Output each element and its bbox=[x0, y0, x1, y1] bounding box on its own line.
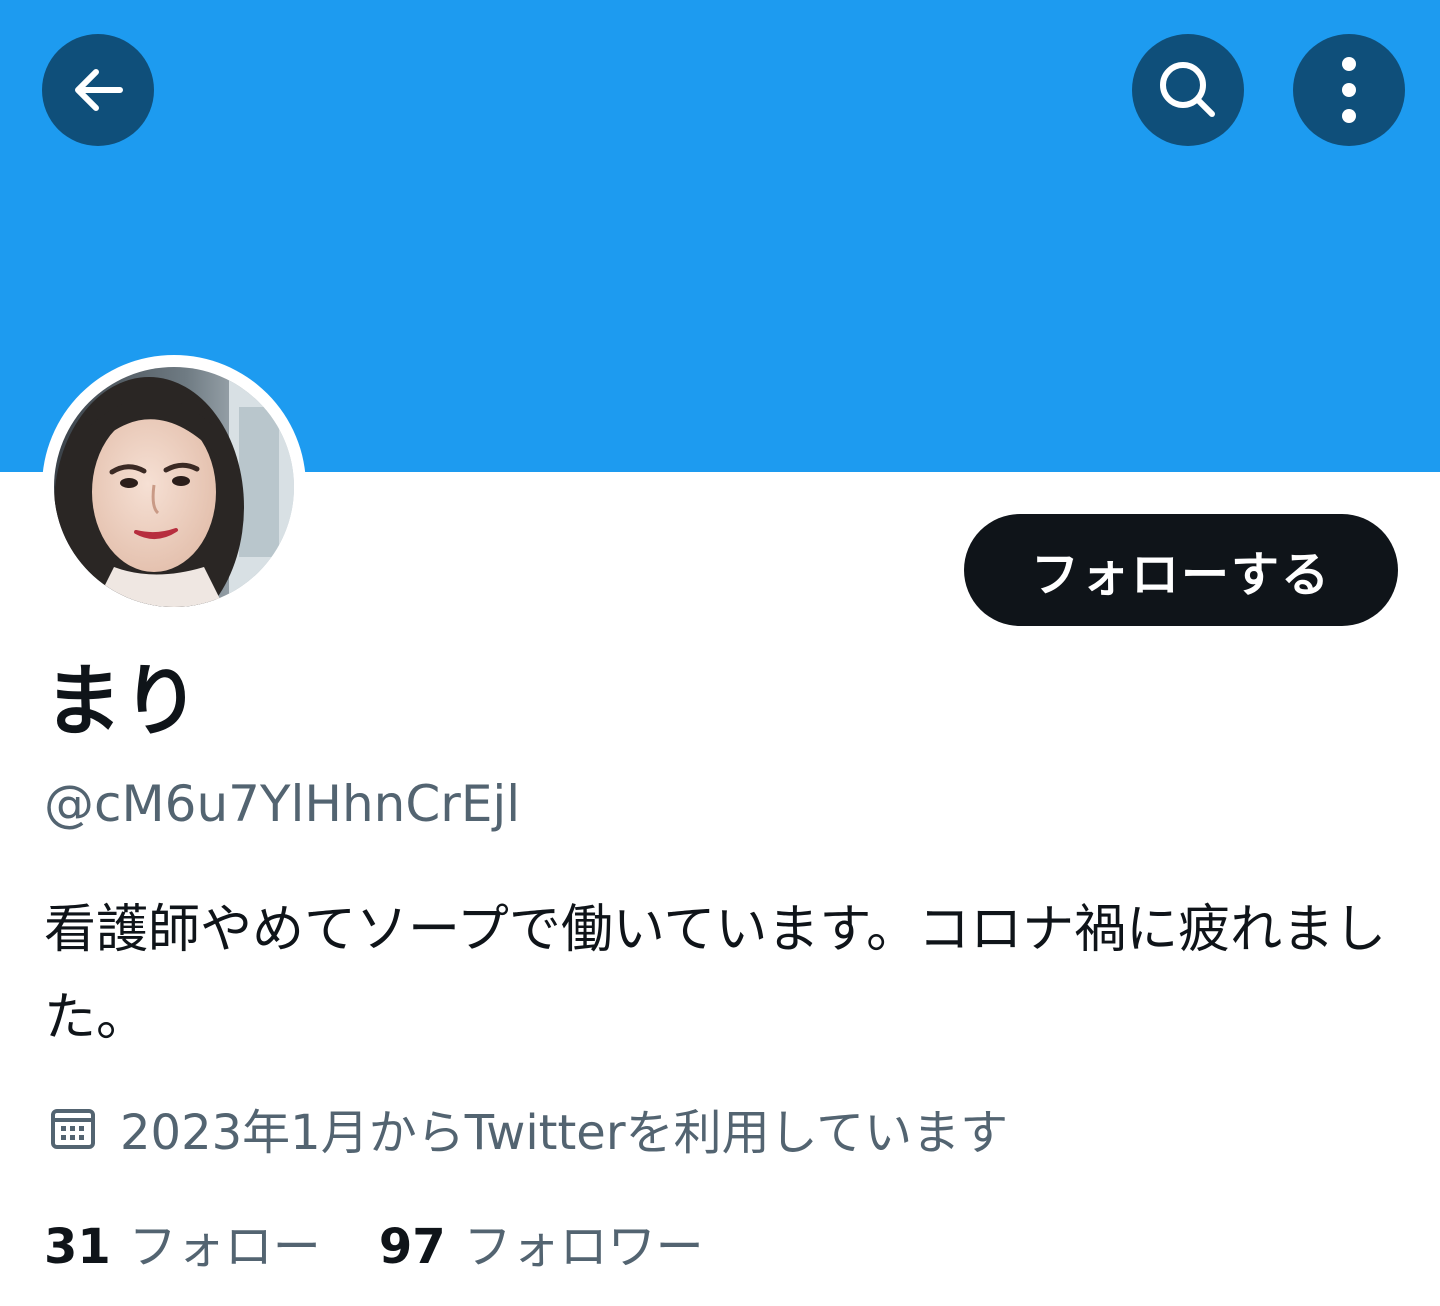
followers-count: 97 bbox=[378, 1219, 446, 1275]
search-icon bbox=[1160, 62, 1215, 117]
followers-link[interactable]: 97 フォロワー bbox=[379, 1207, 704, 1277]
followers-label: フォロワー bbox=[463, 1219, 704, 1275]
profile-bio: 看護師やめてソープで働いています。コロナ禍に疲れました。 bbox=[44, 900, 1387, 1048]
avatar bbox=[54, 367, 294, 607]
display-name: まり bbox=[44, 657, 201, 747]
following-label: フォロー bbox=[128, 1219, 321, 1275]
avatar-frame[interactable] bbox=[42, 355, 306, 619]
joined-date: 2023年1月からTwitterを利用しています bbox=[44, 1096, 1009, 1161]
follow-button[interactable]: フォローする bbox=[964, 514, 1398, 626]
joined-text: 2023年1月からTwitterを利用しています bbox=[120, 1105, 1009, 1161]
more-vertical-icon bbox=[1342, 57, 1356, 123]
arrow-left-icon bbox=[75, 69, 123, 111]
search-button[interactable] bbox=[1132, 34, 1244, 146]
following-count: 31 bbox=[44, 1219, 111, 1275]
more-options-button[interactable] bbox=[1293, 34, 1405, 146]
profile-photo bbox=[54, 367, 294, 607]
user-handle: @cM6u7YlHhnCrEjl bbox=[44, 775, 521, 833]
following-link[interactable]: 31 フォロー bbox=[44, 1207, 321, 1277]
follow-stats: 31 フォロー 97 フォロワー bbox=[44, 1207, 762, 1277]
calendar-icon bbox=[51, 1109, 95, 1149]
back-button[interactable] bbox=[42, 34, 154, 146]
